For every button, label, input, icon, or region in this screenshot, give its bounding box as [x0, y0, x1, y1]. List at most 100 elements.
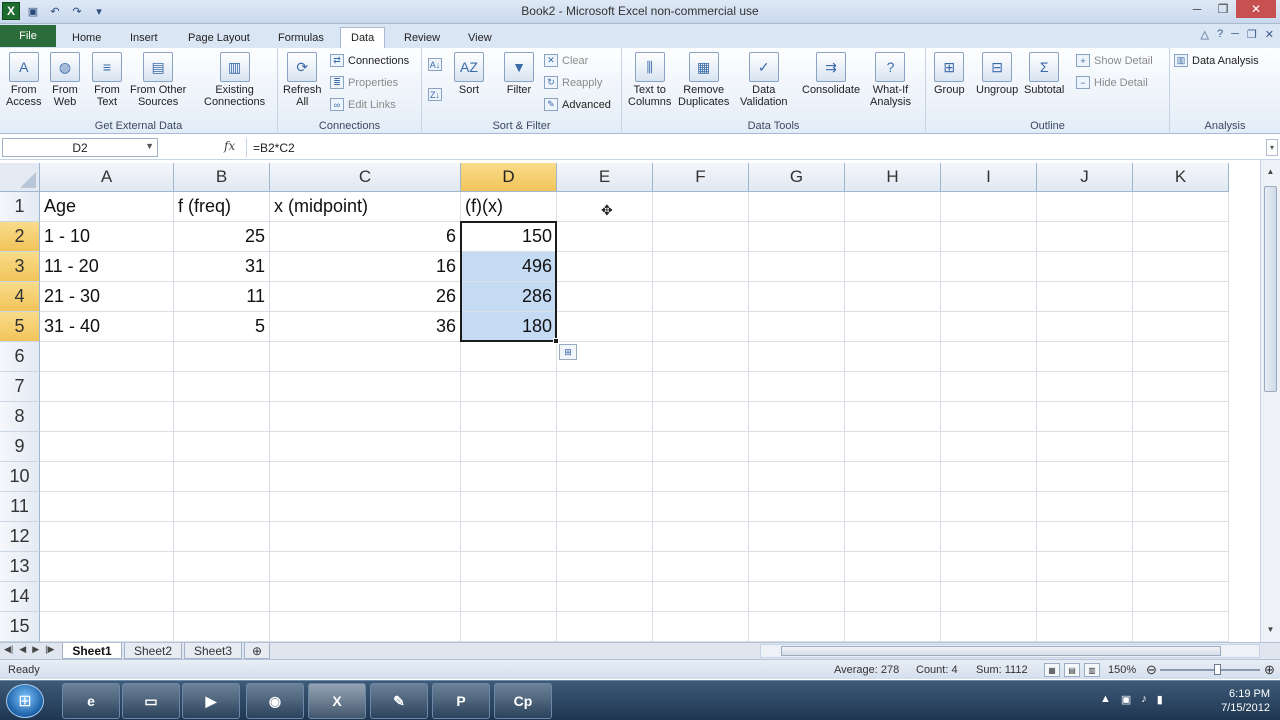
cell-c1[interactable]: x (midpoint) [270, 192, 461, 222]
cell-a1[interactable]: Age [40, 192, 174, 222]
column-header-b[interactable]: B [174, 163, 270, 192]
cell-e15[interactable] [557, 612, 653, 642]
cell-d14[interactable] [461, 582, 557, 612]
worksheet-grid[interactable]: A B C D E F G H I J K 1 Age f (freq) x (midpoint) (f)(x… [0, 163, 1260, 642]
sort-descending-button[interactable]: Z↓ [428, 88, 442, 101]
insert-sheet-icon[interactable]: ⊕ [244, 643, 270, 659]
insert-function-button[interactable]: fx [224, 139, 235, 153]
cell-f2[interactable] [653, 222, 749, 252]
cell-i9[interactable] [941, 432, 1037, 462]
horizontal-scroll-thumb[interactable] [781, 646, 1221, 656]
cell-d9[interactable] [461, 432, 557, 462]
cell-h12[interactable] [845, 522, 941, 552]
page-layout-view-icon[interactable]: ▤ [1064, 663, 1080, 677]
cell-h9[interactable] [845, 432, 941, 462]
cell-f9[interactable] [653, 432, 749, 462]
cell-g11[interactable] [749, 492, 845, 522]
connections-button[interactable]: ⇄ Connections [330, 54, 409, 67]
cell-h3[interactable] [845, 252, 941, 282]
tab-data[interactable]: Data [340, 27, 386, 48]
cell-k4[interactable] [1133, 282, 1229, 312]
cell-i11[interactable] [941, 492, 1037, 522]
clear-button[interactable]: ✕ Clear [544, 54, 588, 67]
prev-sheet-icon[interactable]: ◀ [19, 644, 26, 655]
cell-d10[interactable] [461, 462, 557, 492]
cell-g2[interactable] [749, 222, 845, 252]
cell-h15[interactable] [845, 612, 941, 642]
cell-f12[interactable] [653, 522, 749, 552]
cell-e12[interactable] [557, 522, 653, 552]
cell-j10[interactable] [1037, 462, 1133, 492]
cell-a10[interactable] [40, 462, 174, 492]
data-validation-button[interactable]: ✓ Data Validation [740, 52, 788, 108]
cell-a12[interactable] [40, 522, 174, 552]
tab-home[interactable]: Home [62, 27, 111, 48]
cell-g10[interactable] [749, 462, 845, 492]
cell-j14[interactable] [1037, 582, 1133, 612]
row-header-3[interactable]: 3 [0, 252, 40, 282]
cell-j2[interactable] [1037, 222, 1133, 252]
cell-e7[interactable] [557, 372, 653, 402]
minimize-icon[interactable]: ─ [1184, 0, 1210, 18]
cell-i4[interactable] [941, 282, 1037, 312]
row-header-12[interactable]: 12 [0, 522, 40, 552]
cell-i14[interactable] [941, 582, 1037, 612]
cell-i10[interactable] [941, 462, 1037, 492]
cell-c9[interactable] [270, 432, 461, 462]
first-sheet-icon[interactable]: ◀| [4, 644, 13, 655]
cell-f8[interactable] [653, 402, 749, 432]
doc-minimize-icon[interactable]: ─ [1231, 28, 1239, 41]
cell-k14[interactable] [1133, 582, 1229, 612]
scroll-up-icon[interactable]: ▲ [1264, 164, 1277, 178]
cell-b13[interactable] [174, 552, 270, 582]
captivate-icon[interactable]: Cp [494, 683, 552, 719]
cell-k15[interactable] [1133, 612, 1229, 642]
vertical-scrollbar[interactable]: ▲ ▼ [1260, 160, 1280, 642]
row-header-1[interactable]: 1 [0, 192, 40, 222]
cell-k6[interactable] [1133, 342, 1229, 372]
cell-e9[interactable] [557, 432, 653, 462]
cell-f7[interactable] [653, 372, 749, 402]
remove-duplicates-button[interactable]: ▦ Remove Duplicates [678, 52, 729, 108]
cell-h6[interactable] [845, 342, 941, 372]
cell-i8[interactable] [941, 402, 1037, 432]
select-all-button[interactable] [0, 163, 40, 192]
column-header-c[interactable]: C [270, 163, 461, 192]
cell-f1[interactable] [653, 192, 749, 222]
cell-a11[interactable] [40, 492, 174, 522]
refresh-all-button[interactable]: ⟳ Refresh All [283, 52, 322, 108]
tab-review[interactable]: Review [394, 27, 450, 48]
cell-i1[interactable] [941, 192, 1037, 222]
cell-h7[interactable] [845, 372, 941, 402]
hide-detail-button[interactable]: − Hide Detail [1076, 76, 1148, 89]
from-web-button[interactable]: ◍ From Web [50, 52, 80, 108]
cell-g5[interactable] [749, 312, 845, 342]
media-player-icon[interactable]: ▶ [182, 683, 240, 719]
cell-d6[interactable] [461, 342, 557, 372]
restore-icon[interactable]: ❐ [1210, 0, 1236, 18]
next-sheet-icon[interactable]: ▶ [32, 644, 39, 655]
cell-d1[interactable]: (f)(x) [461, 192, 557, 222]
cell-a13[interactable] [40, 552, 174, 582]
text-to-columns-button[interactable]: ⫼ Text to Columns [628, 52, 671, 108]
cell-d2[interactable]: 150 [461, 222, 557, 252]
cell-c3[interactable]: 16 [270, 252, 461, 282]
cell-j7[interactable] [1037, 372, 1133, 402]
cell-b8[interactable] [174, 402, 270, 432]
volume-icon[interactable]: ♪ [1141, 693, 1147, 706]
sheet-tab-sheet3[interactable]: Sheet3 [184, 643, 242, 659]
zoom-slider-knob[interactable] [1214, 664, 1221, 675]
group-button[interactable]: ⊞ Group [934, 52, 965, 96]
powerpoint-icon[interactable]: P [432, 683, 490, 719]
cell-j12[interactable] [1037, 522, 1133, 552]
cell-k9[interactable] [1133, 432, 1229, 462]
cell-b4[interactable]: 11 [174, 282, 270, 312]
cell-f10[interactable] [653, 462, 749, 492]
cell-d7[interactable] [461, 372, 557, 402]
minimize-ribbon-icon[interactable]: △ [1201, 28, 1209, 41]
cell-a14[interactable] [40, 582, 174, 612]
notepad-icon[interactable]: ✎ [370, 683, 428, 719]
column-header-a[interactable]: A [40, 163, 174, 192]
cell-f6[interactable] [653, 342, 749, 372]
cell-a5[interactable]: 31 - 40 [40, 312, 174, 342]
